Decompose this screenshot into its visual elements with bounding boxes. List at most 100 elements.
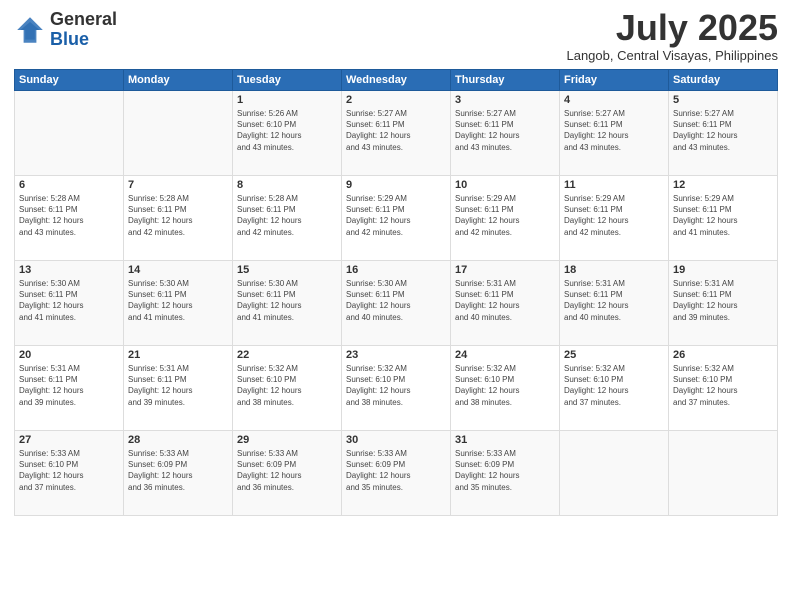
day-number: 1 [237, 94, 337, 106]
day-number: 24 [455, 349, 555, 361]
day-info: Sunrise: 5:33 AM Sunset: 6:09 PM Dayligh… [455, 448, 555, 493]
day-info: Sunrise: 5:27 AM Sunset: 6:11 PM Dayligh… [346, 108, 446, 153]
calendar-cell: 19Sunrise: 5:31 AM Sunset: 6:11 PM Dayli… [669, 261, 778, 346]
calendar-cell: 27 Sunrise: 5:33 AM Sunset: 6:10 PM Dayli… [15, 431, 124, 516]
calendar-cell: 12 Sunrise: 5:29 AM Sunset: 6:11 PM Dayli… [669, 176, 778, 261]
day-number: 27 [19, 434, 119, 446]
day-info: Sunrise: 5:31 AM Sunset: 6:11 PM Dayligh… [19, 363, 119, 408]
calendar-cell: 11 Sunrise: 5:29 AM Sunset: 6:11 PM Dayli… [560, 176, 669, 261]
logo: General Blue [14, 10, 117, 50]
calendar-cell: 31 Sunrise: 5:33 AM Sunset: 6:09 PM Dayli… [451, 431, 560, 516]
calendar-cell: 9Sunrise: 5:29 AM Sunset: 6:11 PM Daylig… [342, 176, 451, 261]
day-info: Sunrise: 5:28 AM Sunset: 6:11 PM Dayligh… [19, 193, 119, 238]
weekday-header: Saturday [669, 70, 778, 91]
calendar-cell [15, 91, 124, 176]
calendar-cell: 8Sunrise: 5:28 AM Sunset: 6:11 PM Daylig… [233, 176, 342, 261]
day-number: 31 [455, 434, 555, 446]
day-info: Sunrise: 5:26 AM Sunset: 6:10 PM Dayligh… [237, 108, 337, 153]
day-number: 7 [128, 179, 228, 191]
calendar-week-row: 20Sunrise: 5:31 AM Sunset: 6:11 PM Dayli… [15, 346, 778, 431]
day-number: 12 [673, 179, 773, 191]
day-number: 21 [128, 349, 228, 361]
day-info: Sunrise: 5:30 AM Sunset: 6:11 PM Dayligh… [237, 278, 337, 323]
calendar-cell: 3 Sunrise: 5:27 AM Sunset: 6:11 PM Daylig… [451, 91, 560, 176]
day-info: Sunrise: 5:33 AM Sunset: 6:10 PM Dayligh… [19, 448, 119, 493]
weekday-header: Monday [124, 70, 233, 91]
calendar-cell: 24Sunrise: 5:32 AM Sunset: 6:10 PM Dayli… [451, 346, 560, 431]
weekday-header: Tuesday [233, 70, 342, 91]
day-number: 17 [455, 264, 555, 276]
day-number: 14 [128, 264, 228, 276]
day-info: Sunrise: 5:33 AM Sunset: 6:09 PM Dayligh… [128, 448, 228, 493]
calendar-cell: 23 Sunrise: 5:32 AM Sunset: 6:10 PM Dayli… [342, 346, 451, 431]
day-number: 4 [564, 94, 664, 106]
calendar-cell: 16 Sunrise: 5:30 AM Sunset: 6:11 PM Dayli… [342, 261, 451, 346]
calendar-cell: 15 Sunrise: 5:30 AM Sunset: 6:11 PM Dayli… [233, 261, 342, 346]
day-number: 11 [564, 179, 664, 191]
day-number: 9 [346, 179, 446, 191]
day-number: 22 [237, 349, 337, 361]
calendar-week-row: 6Sunrise: 5:28 AM Sunset: 6:11 PM Daylig… [15, 176, 778, 261]
day-info: Sunrise: 5:29 AM Sunset: 6:11 PM Dayligh… [455, 193, 555, 238]
day-info: Sunrise: 5:33 AM Sunset: 6:09 PM Dayligh… [346, 448, 446, 493]
weekday-header: Wednesday [342, 70, 451, 91]
calendar-cell: 4 Sunrise: 5:27 AM Sunset: 6:11 PM Daylig… [560, 91, 669, 176]
day-info: Sunrise: 5:30 AM Sunset: 6:11 PM Dayligh… [128, 278, 228, 323]
calendar-week-row: 13Sunrise: 5:30 AM Sunset: 6:11 PM Dayli… [15, 261, 778, 346]
calendar-cell: 20Sunrise: 5:31 AM Sunset: 6:11 PM Dayli… [15, 346, 124, 431]
day-info: Sunrise: 5:27 AM Sunset: 6:11 PM Dayligh… [564, 108, 664, 153]
calendar-cell [669, 431, 778, 516]
calendar-cell: 1 Sunrise: 5:26 AM Sunset: 6:10 PM Daylig… [233, 91, 342, 176]
day-info: Sunrise: 5:32 AM Sunset: 6:10 PM Dayligh… [673, 363, 773, 408]
weekday-header: Thursday [451, 70, 560, 91]
calendar-cell: 28 Sunrise: 5:33 AM Sunset: 6:09 PM Dayli… [124, 431, 233, 516]
day-info: Sunrise: 5:27 AM Sunset: 6:11 PM Dayligh… [455, 108, 555, 153]
day-info: Sunrise: 5:28 AM Sunset: 6:11 PM Dayligh… [237, 193, 337, 238]
calendar-cell: 14 Sunrise: 5:30 AM Sunset: 6:11 PM Dayli… [124, 261, 233, 346]
day-number: 18 [564, 264, 664, 276]
day-number: 15 [237, 264, 337, 276]
calendar-table: SundayMondayTuesdayWednesdayThursdayFrid… [14, 69, 778, 516]
calendar-cell: 6Sunrise: 5:28 AM Sunset: 6:11 PM Daylig… [15, 176, 124, 261]
calendar-cell: 5Sunrise: 5:27 AM Sunset: 6:11 PM Daylig… [669, 91, 778, 176]
day-number: 3 [455, 94, 555, 106]
weekday-header: Sunday [15, 70, 124, 91]
calendar-cell [124, 91, 233, 176]
header: General Blue July 2025 Langob, Central V… [14, 10, 778, 63]
calendar-cell: 7 Sunrise: 5:28 AM Sunset: 6:11 PM Daylig… [124, 176, 233, 261]
calendar-cell: 17 Sunrise: 5:31 AM Sunset: 6:11 PM Dayli… [451, 261, 560, 346]
day-info: Sunrise: 5:29 AM Sunset: 6:11 PM Dayligh… [673, 193, 773, 238]
day-number: 23 [346, 349, 446, 361]
day-info: Sunrise: 5:30 AM Sunset: 6:11 PM Dayligh… [346, 278, 446, 323]
calendar-week-row: 27 Sunrise: 5:33 AM Sunset: 6:10 PM Dayli… [15, 431, 778, 516]
day-number: 25 [564, 349, 664, 361]
day-number: 30 [346, 434, 446, 446]
day-info: Sunrise: 5:32 AM Sunset: 6:10 PM Dayligh… [237, 363, 337, 408]
day-number: 2 [346, 94, 446, 106]
day-info: Sunrise: 5:32 AM Sunset: 6:10 PM Dayligh… [564, 363, 664, 408]
calendar-cell: 26 Sunrise: 5:32 AM Sunset: 6:10 PM Dayli… [669, 346, 778, 431]
month-title: July 2025 [566, 10, 778, 46]
calendar-cell: 21 Sunrise: 5:31 AM Sunset: 6:11 PM Dayli… [124, 346, 233, 431]
calendar-week-row: 1 Sunrise: 5:26 AM Sunset: 6:10 PM Daylig… [15, 91, 778, 176]
day-number: 10 [455, 179, 555, 191]
logo-blue-text: Blue [50, 30, 117, 50]
logo-general-text: General [50, 10, 117, 30]
day-info: Sunrise: 5:31 AM Sunset: 6:11 PM Dayligh… [128, 363, 228, 408]
calendar-cell: 2 Sunrise: 5:27 AM Sunset: 6:11 PM Daylig… [342, 91, 451, 176]
calendar-cell: 29Sunrise: 5:33 AM Sunset: 6:09 PM Dayli… [233, 431, 342, 516]
calendar-cell: 22 Sunrise: 5:32 AM Sunset: 6:10 PM Dayli… [233, 346, 342, 431]
day-info: Sunrise: 5:31 AM Sunset: 6:11 PM Dayligh… [455, 278, 555, 323]
day-number: 16 [346, 264, 446, 276]
day-info: Sunrise: 5:29 AM Sunset: 6:11 PM Dayligh… [564, 193, 664, 238]
day-info: Sunrise: 5:28 AM Sunset: 6:11 PM Dayligh… [128, 193, 228, 238]
day-number: 26 [673, 349, 773, 361]
logo-icon [14, 14, 46, 46]
day-number: 29 [237, 434, 337, 446]
day-number: 28 [128, 434, 228, 446]
calendar-cell: 13Sunrise: 5:30 AM Sunset: 6:11 PM Dayli… [15, 261, 124, 346]
day-info: Sunrise: 5:32 AM Sunset: 6:10 PM Dayligh… [346, 363, 446, 408]
title-area: July 2025 Langob, Central Visayas, Phili… [566, 10, 778, 63]
weekday-header: Friday [560, 70, 669, 91]
page: General Blue July 2025 Langob, Central V… [0, 0, 792, 612]
